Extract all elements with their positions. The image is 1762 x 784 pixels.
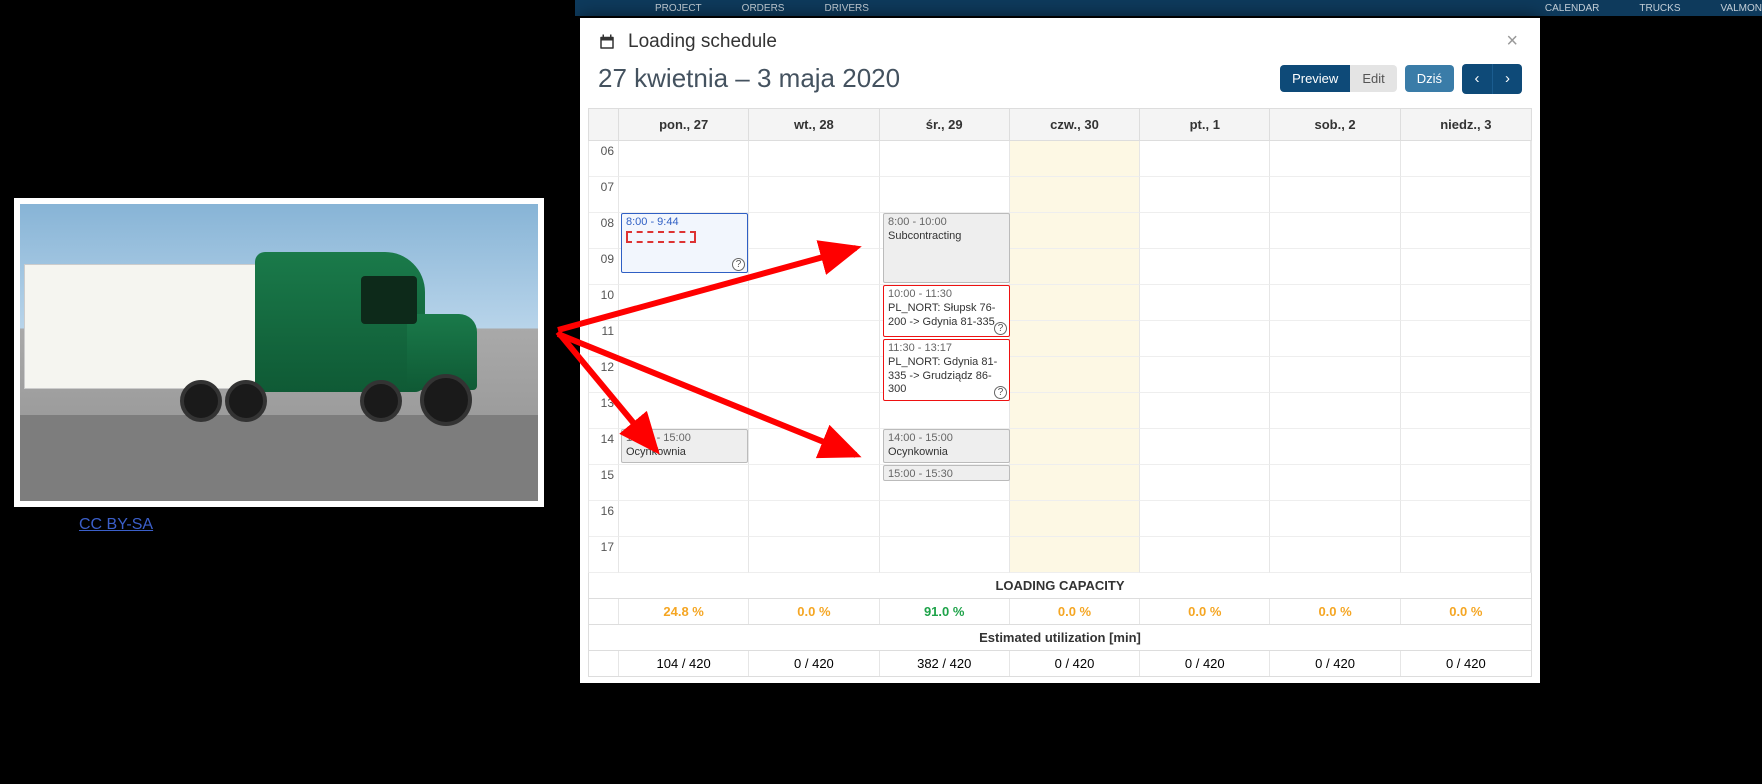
calendar-icon <box>598 33 616 51</box>
day-header: śr., 29 <box>880 109 1010 140</box>
nav-item[interactable]: VALMON <box>1721 3 1762 14</box>
nav-item[interactable]: DRIVERS <box>824 3 868 14</box>
nav-item[interactable]: ORDERS <box>742 3 785 14</box>
day-header: pt., 1 <box>1140 109 1270 140</box>
date-range: 27 kwietnia – 3 maja 2020 <box>598 63 900 94</box>
day-header: wt., 28 <box>749 109 879 140</box>
capacity-pct-row: 24.8 % 0.0 % 91.0 % 0.0 % 0.0 % 0.0 % 0.… <box>588 599 1532 625</box>
event-mon-8[interactable]: 8:00 - 9:44 ? <box>621 213 748 273</box>
truck-photo <box>14 198 544 507</box>
help-icon[interactable]: ? <box>732 258 745 271</box>
nav-item[interactable]: PROJECT <box>655 3 702 14</box>
view-mode-toggle: Preview Edit <box>1280 65 1397 92</box>
today-button[interactable]: Dziś <box>1405 65 1454 92</box>
loading-capacity-title: LOADING CAPACITY <box>588 573 1532 599</box>
next-week-button[interactable]: › <box>1492 64 1522 94</box>
calendar-header: pon., 27 wt., 28 śr., 29 czw., 30 pt., 1… <box>588 108 1532 141</box>
loading-schedule-modal: Loading schedule × 27 kwietnia – 3 maja … <box>580 18 1540 683</box>
calendar-grid[interactable]: 060708091011121314151617 8:00 - 9:44 ? 1… <box>588 141 1532 573</box>
event-wed-1130[interactable]: 11:30 - 13:17 PL_NORT: Gdynia 81-335 -> … <box>883 339 1010 401</box>
top-nav: PROJECT ORDERS DRIVERS CALENDAR TRUCKS V… <box>575 0 1762 16</box>
day-header: czw., 30 <box>1010 109 1140 140</box>
edit-button[interactable]: Edit <box>1350 65 1396 92</box>
day-header: pon., 27 <box>619 109 749 140</box>
help-icon[interactable]: ? <box>994 322 1007 335</box>
day-header: niedz., 3 <box>1401 109 1531 140</box>
close-icon[interactable]: × <box>1502 30 1522 53</box>
nav-item[interactable]: TRUCKS <box>1639 3 1680 14</box>
help-icon[interactable]: ? <box>994 386 1007 399</box>
utilization-row: 104 / 420 0 / 420 382 / 420 0 / 420 0 / … <box>588 651 1532 677</box>
event-wed-14[interactable]: 14:00 - 15:00 Ocynkownia <box>883 429 1010 463</box>
event-wed-10[interactable]: 10:00 - 11:30 PL_NORT: Słupsk 76-200 -> … <box>883 285 1010 337</box>
event-wed-8[interactable]: 8:00 - 10:00 Subcontracting <box>883 213 1010 283</box>
modal-title: Loading schedule <box>628 31 777 53</box>
event-wed-15[interactable]: 15:00 - 15:30 <box>883 465 1010 481</box>
utilization-title: Estimated utilization [min] <box>588 625 1532 651</box>
preview-button[interactable]: Preview <box>1280 65 1350 92</box>
event-mon-14[interactable]: 14:00 - 15:00 Ocynkownia <box>621 429 748 463</box>
day-header: sob., 2 <box>1270 109 1400 140</box>
cc-license-link[interactable]: CC BY-SA <box>79 516 153 534</box>
prev-week-button[interactable]: ‹ <box>1462 64 1492 94</box>
nav-item[interactable]: CALENDAR <box>1545 3 1599 14</box>
